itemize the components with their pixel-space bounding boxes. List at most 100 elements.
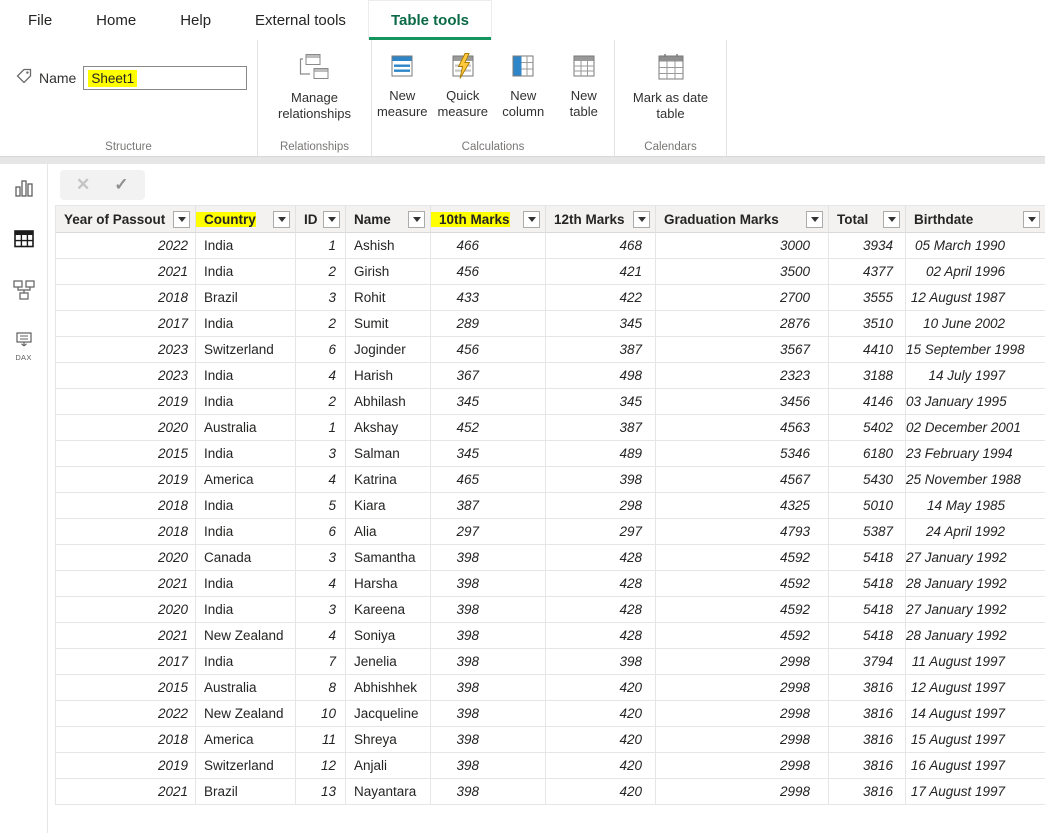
- column-header-graduation[interactable]: Graduation Marks: [656, 206, 829, 233]
- grid-cell-graduation[interactable]: 4325: [656, 493, 829, 519]
- grid-cell-birthdate[interactable]: 24 April 1992: [906, 519, 1045, 545]
- grid-cell-year[interactable]: 2018: [56, 285, 196, 311]
- grid-cell-marks12[interactable]: 428: [546, 623, 656, 649]
- grid-cell-marks10[interactable]: 345: [431, 441, 546, 467]
- tab-file[interactable]: File: [6, 0, 74, 40]
- grid-cell-year[interactable]: 2020: [56, 597, 196, 623]
- grid-cell-id[interactable]: 4: [296, 571, 346, 597]
- grid-cell-birthdate[interactable]: 02 December 2001: [906, 415, 1045, 441]
- filter-button[interactable]: [273, 211, 290, 228]
- grid-cell-total[interactable]: 3510: [829, 311, 906, 337]
- grid-cell-birthdate[interactable]: 27 January 1992: [906, 545, 1045, 571]
- grid-cell-year[interactable]: 2020: [56, 545, 196, 571]
- grid-cell-marks10[interactable]: 398: [431, 675, 546, 701]
- grid-cell-birthdate[interactable]: 10 June 2002: [906, 311, 1045, 337]
- grid-cell-name[interactable]: Kiara: [346, 493, 431, 519]
- grid-cell-birthdate[interactable]: 16 August 1997: [906, 753, 1045, 779]
- grid-cell-name[interactable]: Nayantara: [346, 779, 431, 805]
- grid-cell-marks10[interactable]: 465: [431, 467, 546, 493]
- report-view-button[interactable]: [14, 178, 34, 203]
- grid-cell-total[interactable]: 4146: [829, 389, 906, 415]
- grid-cell-birthdate[interactable]: 12 August 1997: [906, 675, 1045, 701]
- cancel-icon[interactable]: ✕: [76, 176, 90, 193]
- dax-query-view-button[interactable]: DAX: [14, 332, 34, 362]
- grid-cell-year[interactable]: 2022: [56, 233, 196, 259]
- grid-cell-total[interactable]: 5402: [829, 415, 906, 441]
- grid-cell-total[interactable]: 6180: [829, 441, 906, 467]
- new-measure-button[interactable]: New measure: [372, 40, 433, 156]
- grid-cell-marks12[interactable]: 428: [546, 597, 656, 623]
- grid-cell-marks10[interactable]: 398: [431, 545, 546, 571]
- grid-cell-country[interactable]: India: [196, 649, 296, 675]
- grid-cell-year[interactable]: 2015: [56, 675, 196, 701]
- grid-cell-id[interactable]: 8: [296, 675, 346, 701]
- grid-cell-marks10[interactable]: 398: [431, 571, 546, 597]
- grid-cell-marks10[interactable]: 398: [431, 727, 546, 753]
- grid-cell-id[interactable]: 6: [296, 519, 346, 545]
- grid-cell-name[interactable]: Ashish: [346, 233, 431, 259]
- grid-cell-country[interactable]: Switzerland: [196, 753, 296, 779]
- grid-cell-country[interactable]: India: [196, 259, 296, 285]
- grid-cell-country[interactable]: Australia: [196, 415, 296, 441]
- grid-cell-marks12[interactable]: 298: [546, 493, 656, 519]
- grid-cell-country[interactable]: India: [196, 597, 296, 623]
- grid-cell-marks10[interactable]: 297: [431, 519, 546, 545]
- grid-cell-marks12[interactable]: 420: [546, 675, 656, 701]
- grid-cell-name[interactable]: Harish: [346, 363, 431, 389]
- grid-cell-id[interactable]: 11: [296, 727, 346, 753]
- grid-cell-graduation[interactable]: 4793: [656, 519, 829, 545]
- grid-cell-name[interactable]: Jenelia: [346, 649, 431, 675]
- grid-cell-birthdate[interactable]: 15 September 1998: [906, 337, 1045, 363]
- grid-cell-year[interactable]: 2022: [56, 701, 196, 727]
- grid-cell-graduation[interactable]: 3000: [656, 233, 829, 259]
- grid-cell-graduation[interactable]: 2998: [656, 649, 829, 675]
- grid-cell-id[interactable]: 3: [296, 545, 346, 571]
- column-header-id[interactable]: ID: [296, 206, 346, 233]
- quick-measure-button[interactable]: Quick measure: [433, 40, 494, 156]
- grid-cell-birthdate[interactable]: 14 May 1985: [906, 493, 1045, 519]
- grid-cell-total[interactable]: 3816: [829, 727, 906, 753]
- grid-cell-total[interactable]: 5010: [829, 493, 906, 519]
- grid-cell-id[interactable]: 3: [296, 441, 346, 467]
- grid-cell-marks12[interactable]: 345: [546, 389, 656, 415]
- grid-cell-marks12[interactable]: 468: [546, 233, 656, 259]
- grid-cell-name[interactable]: Alia: [346, 519, 431, 545]
- grid-cell-total[interactable]: 5387: [829, 519, 906, 545]
- grid-cell-country[interactable]: Canada: [196, 545, 296, 571]
- grid-cell-marks10[interactable]: 387: [431, 493, 546, 519]
- grid-cell-year[interactable]: 2023: [56, 337, 196, 363]
- model-view-button[interactable]: [13, 280, 35, 305]
- grid-cell-marks12[interactable]: 420: [546, 779, 656, 805]
- grid-cell-graduation[interactable]: 4592: [656, 597, 829, 623]
- grid-cell-marks12[interactable]: 387: [546, 337, 656, 363]
- grid-cell-graduation[interactable]: 3456: [656, 389, 829, 415]
- grid-cell-name[interactable]: Soniya: [346, 623, 431, 649]
- grid-cell-marks12[interactable]: 345: [546, 311, 656, 337]
- grid-cell-total[interactable]: 5418: [829, 571, 906, 597]
- grid-cell-name[interactable]: Rohit: [346, 285, 431, 311]
- grid-cell-marks10[interactable]: 433: [431, 285, 546, 311]
- column-header-country[interactable]: Country: [196, 206, 296, 233]
- column-header-marks10[interactable]: 10th Marks: [431, 206, 546, 233]
- grid-cell-graduation[interactable]: 2700: [656, 285, 829, 311]
- grid-cell-year[interactable]: 2020: [56, 415, 196, 441]
- grid-cell-graduation[interactable]: 2998: [656, 727, 829, 753]
- grid-cell-marks12[interactable]: 422: [546, 285, 656, 311]
- grid-cell-year[interactable]: 2017: [56, 649, 196, 675]
- grid-cell-id[interactable]: 5: [296, 493, 346, 519]
- data-view-button[interactable]: [14, 230, 34, 253]
- grid-cell-marks10[interactable]: 456: [431, 259, 546, 285]
- grid-cell-marks12[interactable]: 398: [546, 467, 656, 493]
- new-column-button[interactable]: New column: [493, 40, 554, 156]
- grid-cell-birthdate[interactable]: 23 February 1994: [906, 441, 1045, 467]
- grid-cell-total[interactable]: 5430: [829, 467, 906, 493]
- grid-cell-country[interactable]: Brazil: [196, 285, 296, 311]
- grid-cell-name[interactable]: Jacqueline: [346, 701, 431, 727]
- grid-cell-birthdate[interactable]: 03 January 1995: [906, 389, 1045, 415]
- grid-cell-marks10[interactable]: 466: [431, 233, 546, 259]
- grid-cell-marks10[interactable]: 398: [431, 649, 546, 675]
- commit-icon[interactable]: ✓: [114, 176, 128, 193]
- grid-cell-year[interactable]: 2021: [56, 623, 196, 649]
- grid-cell-birthdate[interactable]: 25 November 1988: [906, 467, 1045, 493]
- grid-cell-total[interactable]: 3816: [829, 701, 906, 727]
